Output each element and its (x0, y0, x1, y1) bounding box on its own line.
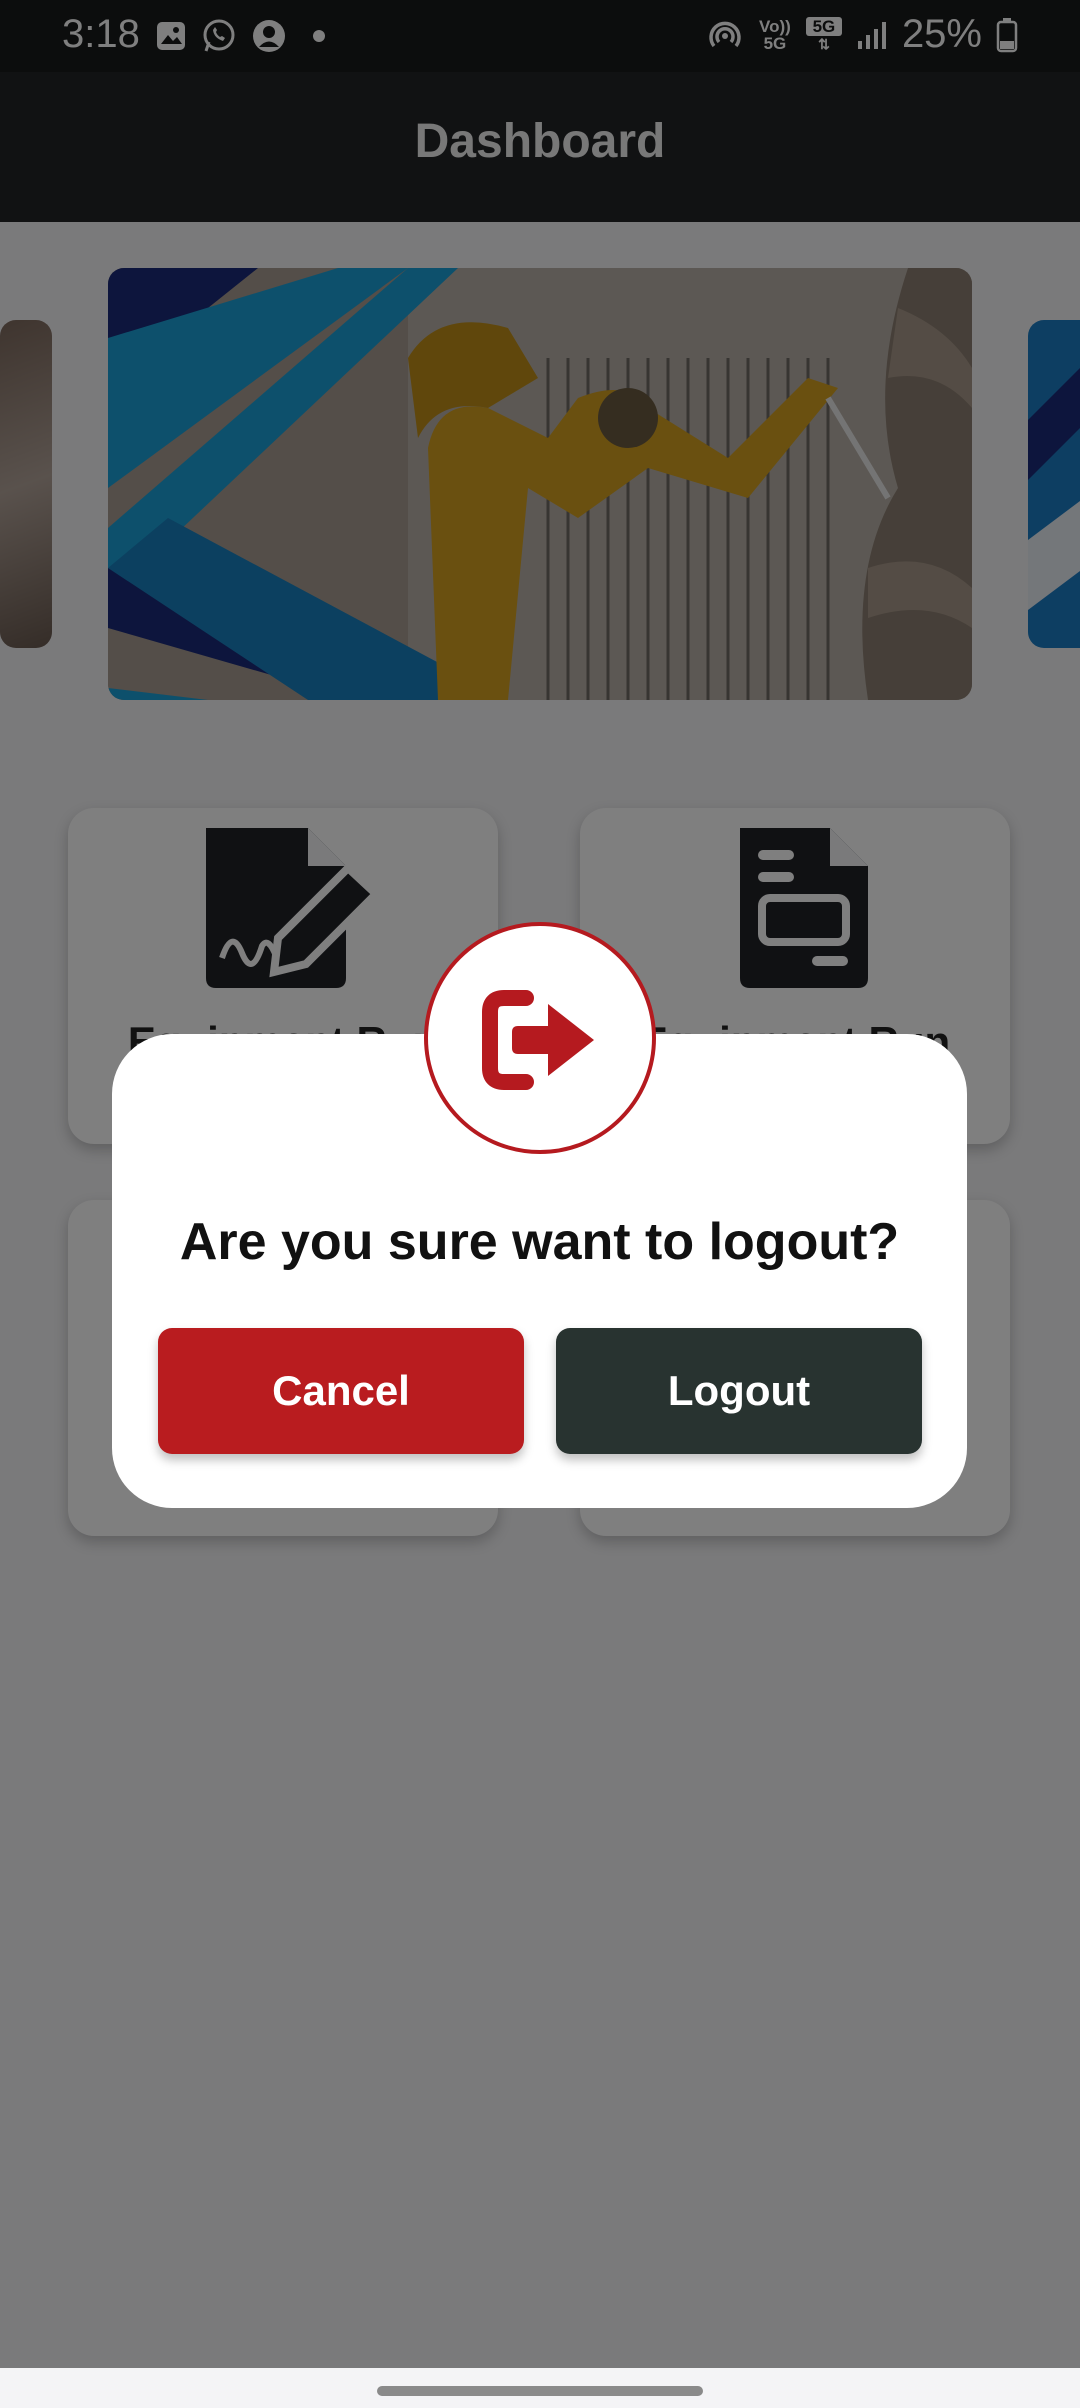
dialog-icon-badge (424, 922, 656, 1154)
logout-icon (482, 990, 594, 1090)
dialog-message: Are you sure want to logout? (179, 1213, 900, 1271)
system-nav-bar (0, 2368, 1080, 2408)
logout-button[interactable]: Logout (556, 1328, 922, 1454)
cancel-button[interactable]: Cancel (158, 1328, 524, 1454)
home-gesture-handle[interactable] (377, 2386, 703, 2396)
